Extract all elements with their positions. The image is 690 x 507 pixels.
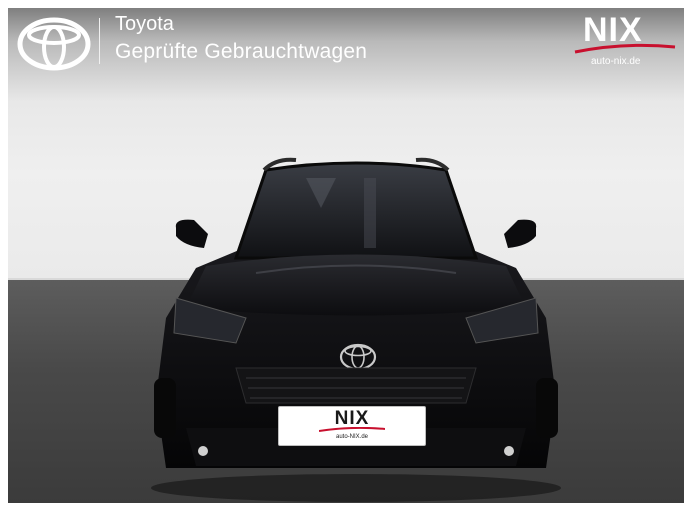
car-front-view xyxy=(151,157,561,502)
header-divider xyxy=(99,18,100,64)
brand-name: Toyota xyxy=(115,13,174,35)
plate-text: NIX xyxy=(334,408,370,429)
plate-url: auto-NIX.de xyxy=(335,434,369,440)
toyota-emblem-icon xyxy=(17,17,91,71)
plate-swoosh-icon xyxy=(319,427,385,432)
license-plate: NIX auto-NIX.de xyxy=(278,406,426,446)
nix-dealer-logo: NIX auto-nix.de xyxy=(573,12,677,70)
photo-frame: NIX auto-NIX.de Toyota Geprüfte Gebrauch… xyxy=(0,0,690,507)
dealer-url: auto-nix.de xyxy=(591,56,641,67)
nix-swoosh-icon xyxy=(574,43,676,54)
brand-header: Toyota Geprüfte Gebrauchtwagen NIX auto-… xyxy=(8,8,684,82)
brand-tagline: Geprüfte Gebrauchtwagen xyxy=(115,40,368,63)
vehicle-photo[interactable]: NIX auto-NIX.de Toyota Geprüfte Gebrauch… xyxy=(8,8,684,503)
